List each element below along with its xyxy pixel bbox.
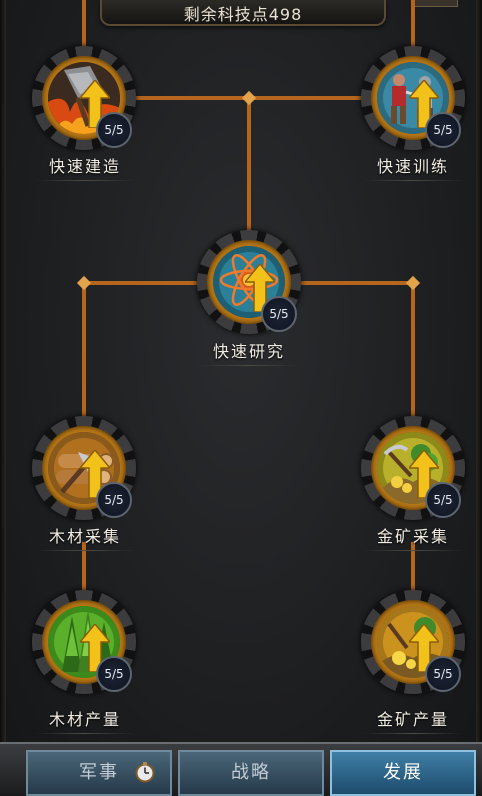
tech-label-wood-gather: 木材采集 [15, 523, 155, 551]
tab-development-label: 发展 [383, 762, 423, 783]
tech-node-gold-gather[interactable]: 5/5 [361, 416, 465, 520]
tech-label-wood-output: 木材产量 [15, 706, 155, 734]
tab-development[interactable]: 发展 [330, 750, 476, 796]
tech-label-fast-train: 快速训练 [343, 153, 482, 181]
tab-strategy[interactable]: 战略 [178, 750, 324, 796]
stopwatch-icon [135, 762, 155, 783]
tech-label-gold-output: 金矿产量 [343, 706, 482, 734]
tech-node-fast-research[interactable]: 5/5 [197, 230, 301, 334]
level-badge: 5/5 [96, 482, 132, 518]
connector-joint [241, 90, 257, 106]
level-badge: 5/5 [261, 296, 297, 332]
connector-joint [405, 275, 421, 291]
tech-node-wood-gather[interactable]: 5/5 [32, 416, 136, 520]
tech-label-fast-research: 快速研究 [179, 338, 319, 366]
connector-joint [76, 275, 92, 291]
tech-node-wood-output[interactable]: 5/5 [32, 590, 136, 694]
tech-node-fast-train[interactable]: 5/5 [361, 46, 465, 150]
category-tab-bar: 军事 战略 发展 [0, 742, 482, 796]
tab-strategy-label: 战略 [231, 762, 271, 783]
level-badge: 5/5 [96, 656, 132, 692]
tech-node-gold-output[interactable]: 5/5 [361, 590, 465, 694]
level-badge: 5/5 [425, 112, 461, 148]
tech-label-fast-build: 快速建造 [15, 153, 155, 181]
tech-label-gold-gather: 金矿采集 [343, 523, 482, 551]
level-badge: 5/5 [425, 482, 461, 518]
tech-node-fast-build[interactable]: 5/5 [32, 46, 136, 150]
tab-military[interactable]: 军事 [26, 750, 172, 796]
tab-military-label: 军事 [79, 762, 119, 783]
level-badge: 5/5 [96, 112, 132, 148]
level-badge: 5/5 [425, 656, 461, 692]
